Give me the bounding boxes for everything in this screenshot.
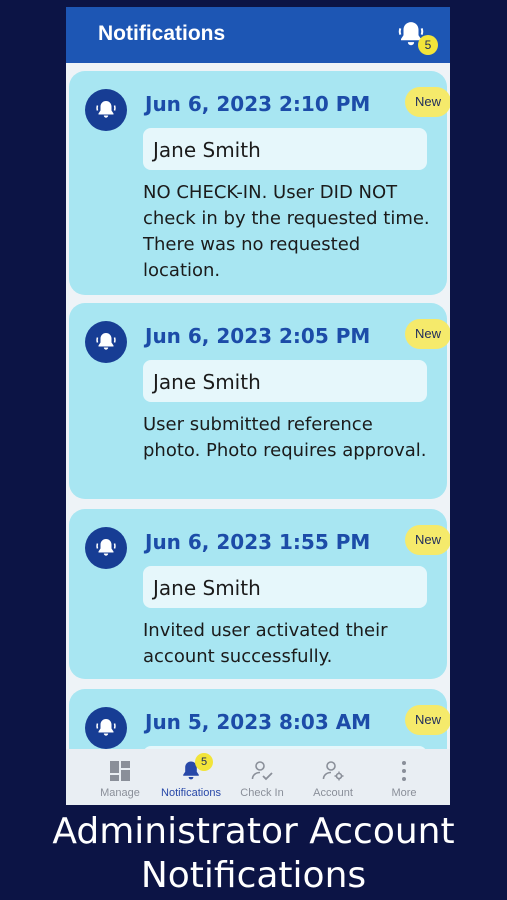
- promo-caption: Administrator Account Notifications: [0, 810, 507, 898]
- tab-notifications[interactable]: 5 Notifications: [153, 749, 229, 805]
- tab-account[interactable]: Account: [295, 749, 371, 805]
- bell-icon: [85, 527, 127, 569]
- tab-label: Account: [313, 787, 353, 799]
- user-gear-icon: [321, 759, 345, 783]
- user-check-icon: [250, 759, 274, 783]
- new-badge: New: [405, 87, 450, 117]
- bottom-tab-bar: Manage 5 Notifications Check In Account …: [66, 749, 450, 805]
- bell-icon: [85, 707, 127, 749]
- notification-list[interactable]: Jun 6, 2023 2:10 PM New Jane Smith NO CH…: [66, 63, 450, 749]
- app-bar: Notifications 5: [66, 7, 450, 63]
- notification-card[interactable]: Jun 6, 2023 1:55 PM New Jane Smith Invit…: [69, 509, 450, 679]
- caption-line-2: Notifications: [140, 855, 367, 896]
- notification-user: Jane Smith: [143, 128, 427, 170]
- bell-icon: [85, 321, 127, 363]
- notification-message: NO CHECK-IN. User DID NOT check in by th…: [143, 182, 430, 281]
- notification-date: Jun 6, 2023 1:55 PM: [145, 530, 371, 554]
- bell-icon: [85, 89, 127, 131]
- notification-count-badge: 5: [418, 35, 438, 55]
- page-title: Notifications: [98, 22, 226, 45]
- tab-label: Notifications: [161, 787, 221, 799]
- more-vertical-icon: [392, 759, 416, 783]
- notification-date: Jun 6, 2023 2:05 PM: [145, 324, 371, 348]
- notification-date: Jun 6, 2023 2:10 PM: [145, 92, 371, 116]
- notification-message: User submitted reference photo. Photo re…: [143, 414, 427, 461]
- tab-label: More: [391, 787, 417, 799]
- tab-more[interactable]: More: [366, 749, 442, 805]
- new-badge: New: [405, 319, 450, 349]
- phone-screen: Notifications 5 Jun 6, 2023 2:10 PM New …: [66, 7, 450, 805]
- tab-manage[interactable]: Manage: [82, 749, 158, 805]
- tab-badge: 5: [195, 753, 213, 771]
- tab-label: Check In: [240, 787, 284, 799]
- dashboard-icon: [108, 759, 132, 783]
- tab-check-in[interactable]: Check In: [224, 749, 300, 805]
- new-badge: New: [405, 525, 450, 555]
- tab-label: Manage: [100, 787, 140, 799]
- notification-user: Jane Smith: [143, 566, 427, 608]
- notification-card[interactable]: Jun 6, 2023 2:10 PM New Jane Smith NO CH…: [69, 71, 450, 295]
- notification-card[interactable]: Jun 5, 2023 8:03 AM New: [69, 689, 450, 749]
- notification-message: Invited user activated their account suc…: [143, 620, 388, 667]
- caption-line-1: Administrator Account: [52, 811, 455, 852]
- notification-card[interactable]: Jun 6, 2023 2:05 PM New Jane Smith User …: [69, 303, 450, 499]
- new-badge: New: [405, 705, 450, 735]
- notification-user: Jane Smith: [143, 360, 427, 402]
- notification-date: Jun 5, 2023 8:03 AM: [145, 710, 372, 734]
